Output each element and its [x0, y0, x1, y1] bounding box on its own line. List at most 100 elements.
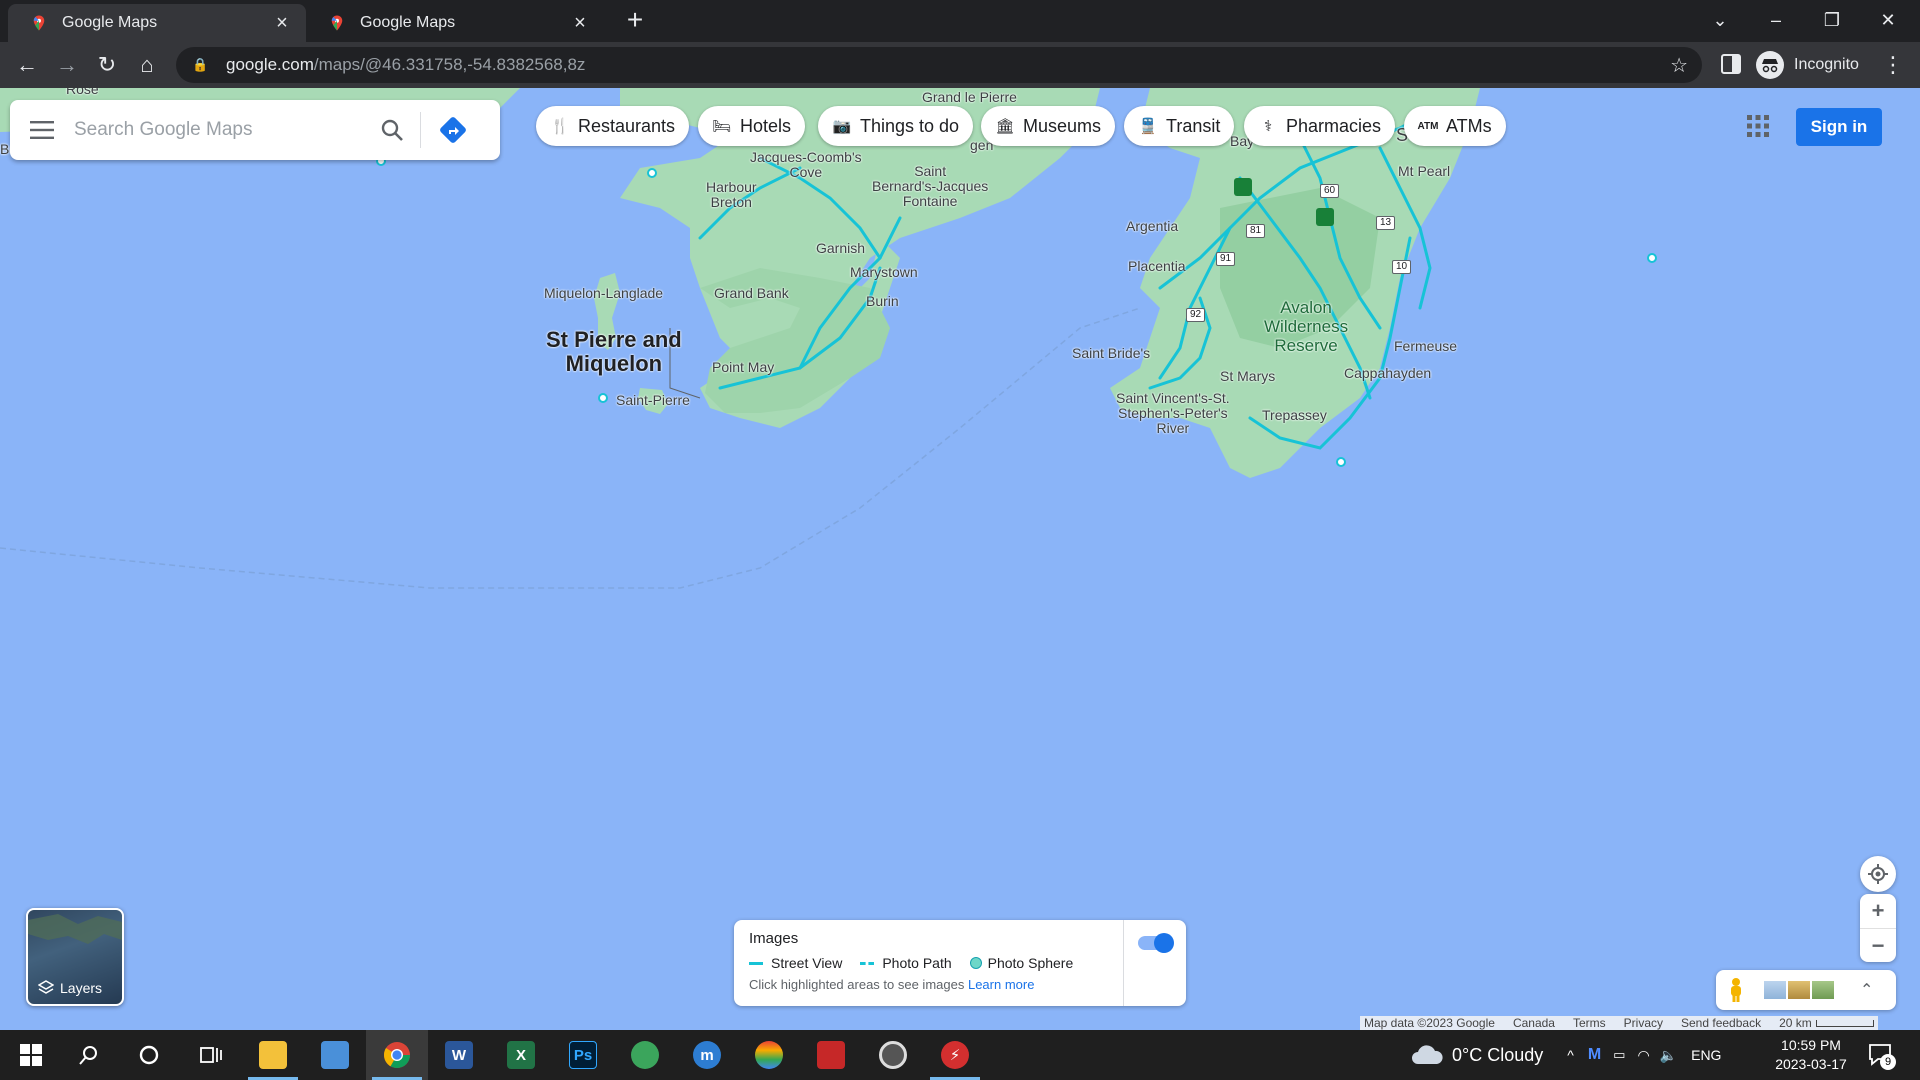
search-icon[interactable] — [364, 100, 420, 160]
close-tab-icon[interactable]: × — [270, 12, 294, 35]
place-label[interactable]: Miquelon-Langlade — [544, 286, 663, 301]
taskbar-excel[interactable]: X — [490, 1030, 552, 1080]
country-label[interactable]: St Pierre and Miquelon — [546, 328, 682, 376]
new-tab-button[interactable]: + — [620, 6, 650, 36]
taskbar-control-panel[interactable] — [304, 1030, 366, 1080]
weather-text[interactable]: 0°C Cloudy — [1452, 1045, 1543, 1066]
forward-icon[interactable]: → — [52, 50, 82, 80]
pegman-icon[interactable] — [1726, 977, 1746, 1003]
close-tab-icon[interactable]: × — [568, 12, 592, 35]
place-label[interactable]: Grand le Pierre — [922, 90, 1017, 105]
taskbar-app-rainbow[interactable] — [738, 1030, 800, 1080]
sign-in-button[interactable]: Sign in — [1796, 108, 1882, 146]
tab-google-maps-active[interactable]: Google Maps × — [8, 4, 306, 42]
notifications-button[interactable]: 9 — [1866, 1040, 1896, 1070]
expand-chevron-icon[interactable]: ⌃ — [1860, 980, 1873, 1000]
place-label[interactable]: Grand Bank — [714, 286, 789, 301]
tab-search-chevron-icon[interactable]: ⌄ — [1692, 0, 1748, 42]
place-label[interactable]: Marystown — [850, 265, 918, 280]
battery-icon[interactable]: ▭ — [1613, 1047, 1625, 1063]
taskbar-app-disc[interactable] — [862, 1030, 924, 1080]
restore-icon[interactable]: ❐ — [1804, 0, 1860, 42]
zoom-in-button[interactable]: + — [1860, 894, 1896, 928]
place-label[interactable]: Harbour Breton — [706, 180, 757, 210]
wifi-icon[interactable]: ◠ — [1637, 1047, 1649, 1064]
place-label[interactable]: Placentia — [1128, 259, 1186, 274]
bookmark-star-icon[interactable]: ☆ — [1670, 53, 1688, 78]
taskbar-app-flash[interactable]: ⚡ — [924, 1030, 986, 1080]
chip-things-to-do[interactable]: 📷 Things to do — [818, 106, 974, 146]
chip-restaurants[interactable]: 🍴 Restaurants — [536, 106, 690, 146]
lock-icon[interactable]: 🔒 — [192, 57, 208, 73]
park-label[interactable]: Avalon Wilderness Reserve — [1264, 298, 1348, 355]
malwarebytes-icon[interactable]: M — [1588, 1046, 1601, 1064]
place-label[interactable]: Saint Vincent's-St. Stephen's-Peter's Ri… — [1116, 391, 1230, 436]
imagery-thumbnail[interactable] — [1788, 981, 1810, 999]
place-label[interactable]: Saint Bride's — [1072, 346, 1150, 361]
scale-label[interactable]: 20 km — [1779, 1016, 1812, 1030]
images-toggle[interactable] — [1138, 933, 1174, 953]
volume-icon[interactable]: 🔈 — [1660, 1047, 1677, 1064]
taskbar-app-blue[interactable]: m — [676, 1030, 738, 1080]
taskbar-word[interactable]: W — [428, 1030, 490, 1080]
address-bar[interactable]: 🔒 google.com/maps/@46.331758,-54.8382568… — [176, 47, 1702, 83]
directions-icon[interactable] — [421, 100, 485, 160]
clock[interactable]: 10:59 PM 2023-03-17 — [1766, 1036, 1856, 1074]
map-canvas[interactable]: Rose Bu Grand le Pierre Jacques-Coomb's … — [0, 88, 1920, 1030]
side-panel-icon[interactable] — [1720, 52, 1742, 76]
home-icon[interactable]: ⌂ — [132, 50, 162, 80]
hamburger-menu-icon[interactable] — [10, 100, 74, 160]
taskbar-app-red[interactable] — [800, 1030, 862, 1080]
place-label[interactable]: Garnish — [816, 241, 865, 256]
place-label[interactable]: Mt Pearl — [1398, 164, 1450, 179]
task-view-button[interactable] — [180, 1030, 242, 1080]
imagery-thumbnail[interactable] — [1764, 981, 1786, 999]
chip-museums[interactable]: 🏛 Museums — [981, 106, 1116, 146]
url-path: /maps/@46.331758,-54.8382568,8z — [313, 55, 586, 74]
chip-pharmacies[interactable]: ⚕ Pharmacies — [1244, 106, 1396, 146]
chevron-up-icon[interactable]: ^ — [1567, 1047, 1574, 1063]
place-label[interactable]: Saint-Pierre — [616, 393, 690, 408]
chip-transit[interactable]: 🚆 Transit — [1124, 106, 1235, 146]
privacy-link[interactable]: Privacy — [1624, 1016, 1663, 1030]
taskbar-chrome[interactable] — [366, 1030, 428, 1080]
place-label[interactable]: Argentia — [1126, 219, 1178, 234]
cloudy-weather-icon[interactable] — [1410, 1044, 1444, 1066]
taskbar-file-explorer[interactable] — [242, 1030, 304, 1080]
cortana-button[interactable] — [118, 1030, 180, 1080]
place-label[interactable]: St Marys — [1220, 369, 1275, 384]
terms-link[interactable]: Terms — [1573, 1016, 1606, 1030]
minimize-icon[interactable]: – — [1748, 0, 1804, 42]
chip-atms[interactable]: ATM ATMs — [1404, 106, 1506, 146]
place-label[interactable]: Cappahayden — [1344, 366, 1431, 381]
place-label[interactable]: Jacques-Coomb's Cove — [750, 150, 862, 180]
place-label[interactable]: Trepassey — [1262, 408, 1327, 423]
place-label[interactable]: Rose — [66, 88, 99, 97]
tab-google-maps[interactable]: Google Maps × — [306, 4, 604, 42]
taskbar-photoshop[interactable]: Ps — [552, 1030, 614, 1080]
language-indicator[interactable]: ENG — [1691, 1047, 1721, 1063]
back-icon[interactable]: ← — [12, 50, 42, 80]
close-window-icon[interactable]: ✕ — [1860, 0, 1916, 42]
route-shield: 81 — [1246, 224, 1266, 238]
chip-hotels[interactable]: 🛏 Hotels — [698, 106, 806, 146]
reload-icon[interactable]: ↻ — [92, 50, 122, 80]
zoom-out-button[interactable]: − — [1860, 928, 1896, 962]
place-label[interactable]: Saint Bernard's-Jacques Fontaine — [872, 164, 988, 209]
place-label[interactable]: Fermeuse — [1394, 339, 1457, 354]
incognito-indicator[interactable]: Incognito — [1756, 48, 1859, 82]
region-link[interactable]: Canada — [1513, 1016, 1555, 1030]
browser-menu-icon[interactable]: ⋮ — [1882, 50, 1904, 80]
my-location-button[interactable] — [1860, 856, 1896, 892]
send-feedback-link[interactable]: Send feedback — [1681, 1016, 1761, 1030]
start-button[interactable] — [0, 1030, 62, 1080]
google-apps-icon[interactable] — [1746, 114, 1770, 138]
search-input[interactable] — [74, 119, 364, 141]
place-label[interactable]: Burin — [866, 294, 899, 309]
layers-button[interactable]: Layers — [26, 908, 124, 1006]
imagery-thumbnail[interactable] — [1812, 981, 1834, 999]
taskbar-app-green[interactable] — [614, 1030, 676, 1080]
search-taskbar-button[interactable] — [58, 1030, 120, 1080]
place-label[interactable]: Point May — [712, 360, 774, 375]
learn-more-link[interactable]: Learn more — [968, 977, 1034, 992]
